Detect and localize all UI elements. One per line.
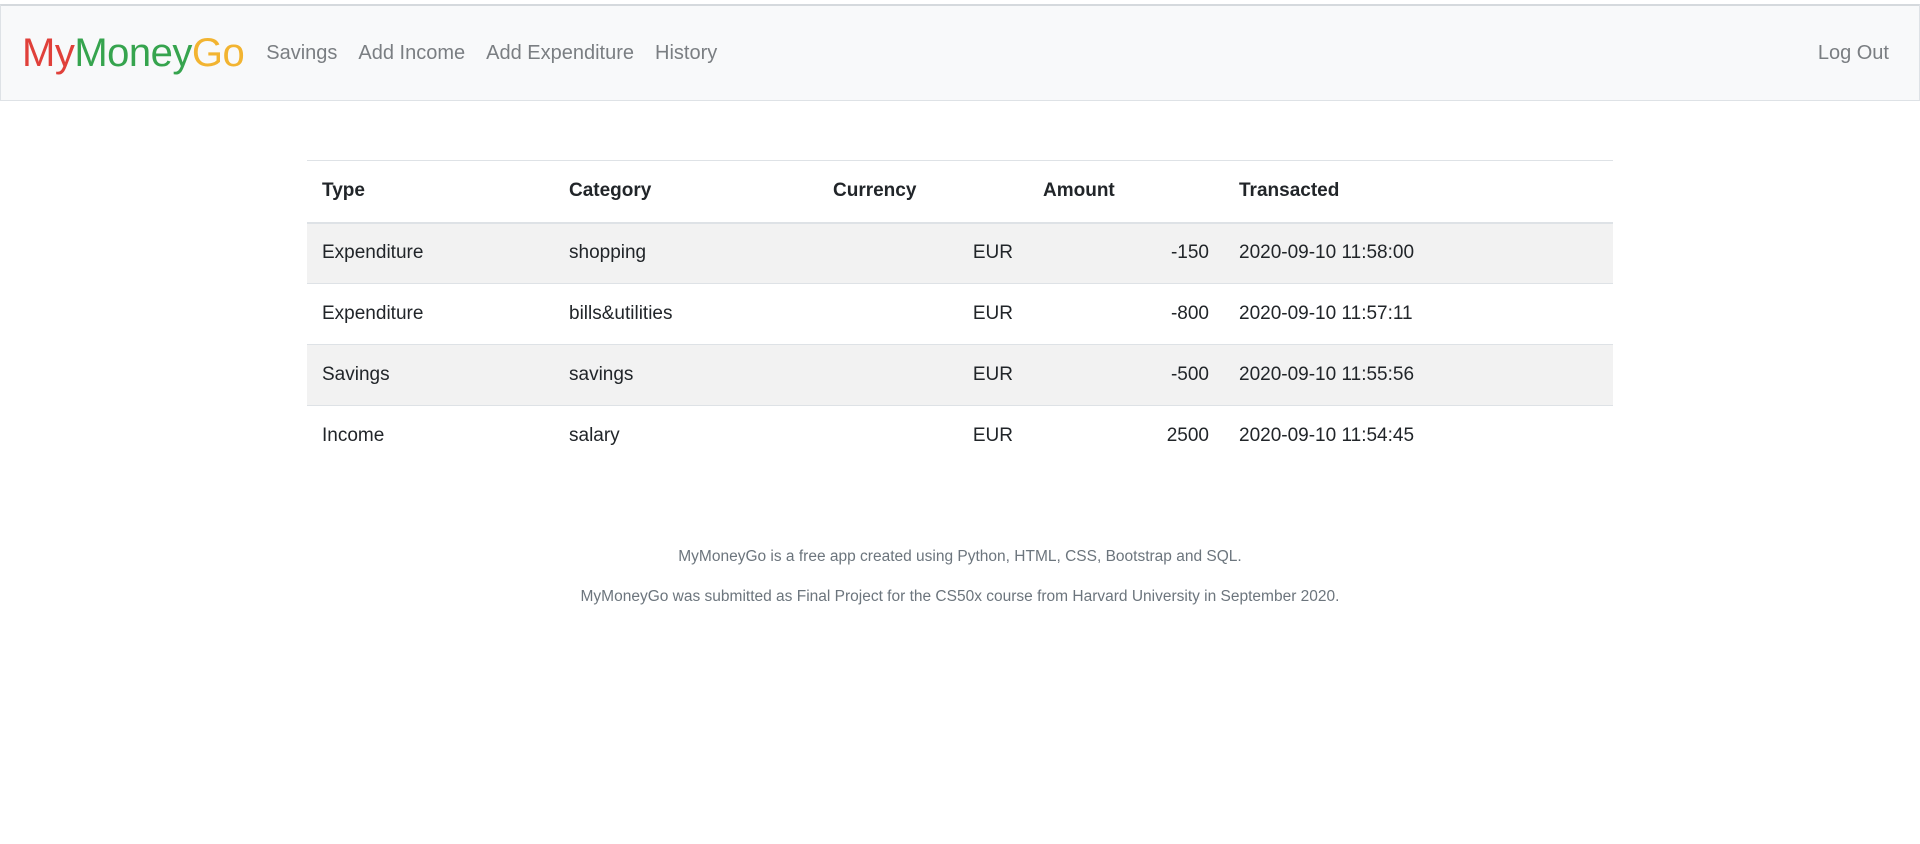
cell-currency: EUR bbox=[972, 242, 1013, 264]
cell-currency: EUR bbox=[818, 405, 1028, 467]
logout-link[interactable]: Log Out bbox=[1818, 42, 1889, 65]
cell-type: Savings bbox=[307, 344, 554, 406]
history-table: Type Category Currency Amount Transacted… bbox=[307, 160, 1613, 467]
cell-type: Expenditure bbox=[307, 283, 554, 345]
header-amount: Amount bbox=[1028, 160, 1224, 224]
nav-link-add-expenditure[interactable]: Add Expenditure bbox=[486, 42, 634, 65]
footer: MyMoneyGo is a free app created using Py… bbox=[0, 548, 1920, 628]
brand-logo[interactable]: My Money Go bbox=[22, 30, 245, 76]
cell-amount: -150 bbox=[1170, 242, 1209, 264]
cell-amount: -800 bbox=[1028, 283, 1224, 345]
navbar: My Money Go Savings Add Income Add Expendi… bbox=[0, 4, 1920, 101]
header-transacted: Transacted bbox=[1224, 160, 1613, 224]
brand-part-money: Money bbox=[74, 30, 192, 75]
table-row: Expenditure bills&utilities EUR -800 202… bbox=[307, 283, 1613, 345]
nav-links: Savings Add Income Add Expenditure Histo… bbox=[266, 42, 738, 65]
header-type: Type bbox=[307, 160, 554, 224]
brand-part-go: Go bbox=[191, 30, 245, 75]
cell-currency: EUR bbox=[818, 344, 1028, 406]
footer-line-project: MyMoneyGo was submitted as Final Project… bbox=[580, 588, 1340, 605]
table-row: Savings savings EUR -500 2020-09-10 11:5… bbox=[307, 344, 1613, 406]
cell-category: salary bbox=[554, 405, 818, 467]
brand-part-my: My bbox=[22, 30, 75, 75]
cell-category: bills&utilities bbox=[554, 283, 818, 345]
cell-amount: 2500 bbox=[1028, 405, 1224, 467]
nav-link-history[interactable]: History bbox=[655, 42, 717, 65]
cell-category: savings bbox=[554, 344, 818, 406]
cell-category: shopping bbox=[569, 242, 647, 264]
cell-transacted: 2020-09-10 11:54:45 bbox=[1224, 405, 1613, 467]
footer-line-tech: MyMoneyGo is a free app created using Py… bbox=[678, 548, 1242, 565]
header-currency: Currency bbox=[818, 160, 1028, 224]
nav-link-add-income[interactable]: Add Income bbox=[358, 42, 465, 65]
history-table-container: Type Category Currency Amount Transacted… bbox=[307, 160, 1613, 467]
cell-type: Income bbox=[307, 405, 554, 467]
cell-amount: -500 bbox=[1028, 344, 1224, 406]
table-row: Expenditure shopping EUR -150 2020-09-10… bbox=[307, 222, 1613, 284]
table-row: Income salary EUR 2500 2020-09-10 11:54:… bbox=[307, 405, 1613, 467]
header-category: Category bbox=[554, 160, 818, 224]
cell-type: Expenditure bbox=[322, 242, 424, 264]
cell-transacted: 2020-09-10 11:57:11 bbox=[1224, 283, 1613, 345]
cell-transacted: 2020-09-10 11:58:00 bbox=[1239, 242, 1415, 264]
nav-link-savings[interactable]: Savings bbox=[266, 42, 337, 65]
table-header-row: Type Category Currency Amount Transacted bbox=[307, 160, 1613, 224]
cell-transacted: 2020-09-10 11:55:56 bbox=[1224, 344, 1613, 406]
cell-currency: EUR bbox=[818, 283, 1028, 345]
